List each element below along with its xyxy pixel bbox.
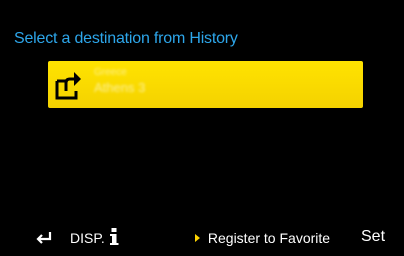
footer-bar: DISP. Register to Favorite Set	[6, 226, 398, 250]
return-arrow-icon	[36, 232, 52, 244]
history-item-region: Greece	[94, 67, 127, 78]
register-label: Register to Favorite	[207, 230, 331, 246]
disp-info-button[interactable]: DISP.	[70, 228, 119, 246]
info-icon	[108, 227, 120, 247]
export-arrow-icon	[54, 67, 88, 103]
history-item-text: Greece Athens 3	[94, 67, 145, 97]
yellow-arrow-icon	[195, 234, 200, 243]
camera-screen: Select a destination from History Greece…	[6, 6, 398, 250]
register-to-favorite-button[interactable]: Register to Favorite	[195, 230, 330, 246]
disp-label: DISP.	[70, 230, 105, 246]
history-list-item[interactable]: Greece Athens 3	[48, 61, 363, 108]
history-item-destination: Athens 3	[94, 80, 146, 95]
back-button[interactable]	[34, 228, 56, 246]
page-title: Select a destination from History	[14, 30, 238, 47]
set-button[interactable]: Set	[361, 228, 385, 246]
